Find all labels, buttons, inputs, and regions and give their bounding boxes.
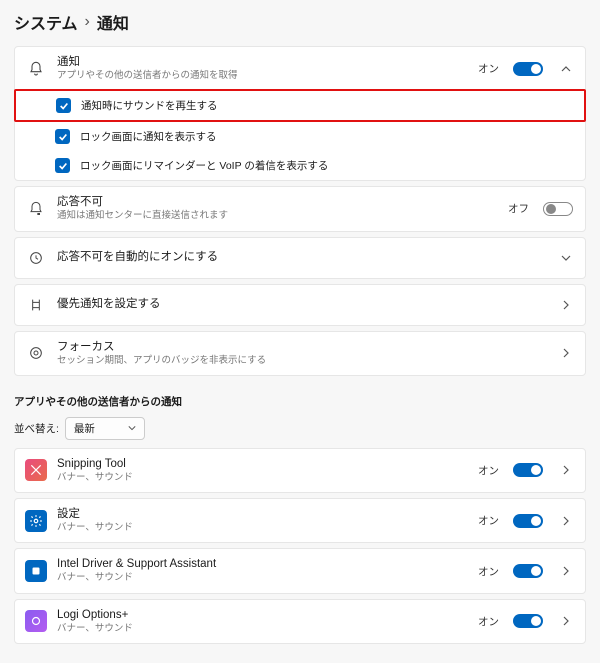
app-row-settings[interactable]: 設定 バナー、サウンド オン	[14, 498, 586, 543]
app-row-logi[interactable]: Logi Options+ バナー、サウンド オン	[14, 599, 586, 644]
focus-panel: フォーカス セッション期間、アプリのバッジを非表示にする	[14, 331, 586, 376]
option-lockscreen-label: ロック画面に通知を表示する	[80, 129, 217, 144]
option-lockscreen[interactable]: ロック画面に通知を表示する	[15, 122, 585, 151]
notifications-panel: 通知 アプリやその他の送信者からの通知を取得 オン 通知時にサウンドを再生する …	[14, 46, 586, 181]
focus-subtitle: セッション期間、アプリのバッジを非表示にする	[57, 355, 543, 367]
sort-label: 並べ替え:	[14, 421, 59, 436]
breadcrumb-separator: ›	[85, 13, 90, 31]
dnd-toggle[interactable]	[543, 202, 573, 216]
logi-icon	[25, 610, 47, 632]
app-state-label: オン	[478, 614, 499, 629]
chevron-right-icon	[559, 348, 573, 358]
notifications-subtitle: アプリやその他の送信者からの通知を取得	[57, 70, 468, 82]
priority-row[interactable]: 優先通知を設定する	[15, 285, 585, 325]
focus-title: フォーカス	[57, 340, 543, 355]
app-state-label: オン	[478, 463, 499, 478]
chevron-down-icon	[559, 253, 573, 263]
notifications-title: 通知	[57, 55, 468, 70]
breadcrumb-parent[interactable]: システム	[14, 10, 78, 34]
dnd-auto-panel: 応答不可を自動的にオンにする	[14, 237, 586, 279]
chevron-right-icon	[559, 465, 573, 475]
app-row-snipping[interactable]: Snipping Tool バナー、サウンド オン	[14, 448, 586, 493]
app-state-label: オン	[478, 513, 499, 528]
breadcrumb-current: 通知	[97, 10, 129, 34]
app-toggle[interactable]	[513, 514, 543, 528]
settings-icon	[25, 510, 47, 532]
checkbox-lockscreen[interactable]	[55, 129, 70, 144]
chevron-up-icon[interactable]	[559, 64, 573, 74]
priority-panel: 優先通知を設定する	[14, 284, 586, 326]
app-toggle[interactable]	[513, 463, 543, 477]
checkbox-lockscreen-voip[interactable]	[55, 158, 70, 173]
app-name: Logi Options+	[57, 608, 468, 623]
highlight-box: 通知時にサウンドを再生する	[14, 89, 586, 122]
app-name: Snipping Tool	[57, 457, 468, 472]
bell-icon	[25, 61, 47, 77]
sort-value: 最新	[74, 421, 95, 436]
option-sound-label: 通知時にサウンドを再生する	[81, 98, 218, 113]
option-lockscreen-voip[interactable]: ロック画面にリマインダーと VoIP の着信を表示する	[15, 151, 585, 180]
app-row-intel[interactable]: Intel Driver & Support Assistant バナー、サウン…	[14, 548, 586, 593]
clock-icon	[25, 250, 47, 266]
priority-title: 優先通知を設定する	[57, 297, 543, 312]
option-lockscreen-voip-label: ロック画面にリマインダーと VoIP の着信を表示する	[80, 158, 328, 173]
chevron-right-icon	[559, 516, 573, 526]
dnd-icon	[25, 201, 47, 217]
focus-icon	[25, 345, 47, 361]
focus-row[interactable]: フォーカス セッション期間、アプリのバッジを非表示にする	[15, 332, 585, 375]
dnd-auto-row[interactable]: 応答不可を自動的にオンにする	[15, 238, 585, 278]
apps-section-header: アプリやその他の送信者からの通知	[14, 394, 586, 409]
app-sub: バナー、サウンド	[57, 623, 468, 635]
sort-select[interactable]: 最新	[65, 417, 145, 440]
app-name: Intel Driver & Support Assistant	[57, 557, 468, 572]
app-sub: バナー、サウンド	[57, 522, 468, 534]
dnd-auto-title: 応答不可を自動的にオンにする	[57, 250, 543, 265]
dnd-state-label: オフ	[508, 201, 529, 216]
chevron-right-icon	[559, 566, 573, 576]
dnd-panel: 応答不可 通知は通知センターに直接送信されます オフ	[14, 186, 586, 231]
app-toggle[interactable]	[513, 614, 543, 628]
chevron-right-icon	[559, 616, 573, 626]
intel-icon	[25, 560, 47, 582]
app-name: 設定	[57, 507, 468, 522]
dnd-row[interactable]: 応答不可 通知は通知センターに直接送信されます オフ	[15, 187, 585, 230]
dnd-subtitle: 通知は通知センターに直接送信されます	[57, 210, 498, 222]
notifications-row[interactable]: 通知 アプリやその他の送信者からの通知を取得 オン	[15, 47, 585, 90]
priority-icon	[25, 297, 47, 313]
dnd-title: 応答不可	[57, 195, 498, 210]
notifications-state-label: オン	[478, 61, 499, 76]
chevron-right-icon	[559, 300, 573, 310]
app-toggle[interactable]	[513, 564, 543, 578]
option-play-sound[interactable]: 通知時にサウンドを再生する	[16, 91, 584, 120]
app-sub: バナー、サウンド	[57, 572, 468, 584]
notifications-toggle[interactable]	[513, 62, 543, 76]
snipping-tool-icon	[25, 459, 47, 481]
sort-row: 並べ替え: 最新	[14, 417, 586, 440]
app-sub: バナー、サウンド	[57, 472, 468, 484]
checkbox-sound[interactable]	[56, 98, 71, 113]
app-state-label: オン	[478, 564, 499, 579]
breadcrumb: システム › 通知	[14, 10, 586, 34]
